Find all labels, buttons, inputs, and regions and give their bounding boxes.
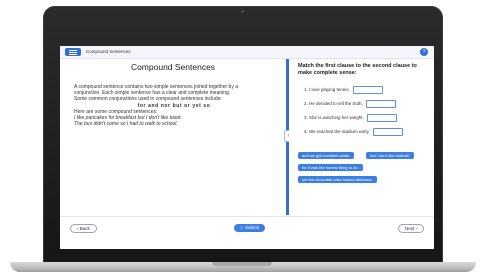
app-title: Compound Sentences [86, 49, 131, 54]
clause-row: 1. I love playing tennis, [304, 85, 383, 94]
app-titlebar: Compound Sentences ? [60, 46, 434, 59]
submit-button[interactable]: ✓ Submit [234, 224, 266, 232]
menu-line-icon [69, 54, 77, 55]
webcam-icon [241, 10, 244, 13]
answer-drop-box[interactable] [365, 99, 396, 108]
next-button[interactable]: Next › [397, 224, 424, 233]
help-icon[interactable]: ? [420, 48, 428, 56]
answer-chip[interactable]: and we got excellent seats. [298, 152, 355, 159]
laptop-hinge-notch [212, 262, 272, 266]
menu-grid-button[interactable] [65, 48, 81, 56]
back-button[interactable]: ‹ Back [70, 224, 97, 233]
clause-row: 2. He decided to tell the truth, [304, 99, 396, 108]
answer-chip[interactable]: yet the chocolate cake looked delicious. [298, 176, 377, 183]
clause-row: 4. We reached the stadium early, [304, 127, 403, 136]
answer-drop-box[interactable] [366, 113, 397, 122]
answer-drop-box[interactable] [372, 127, 403, 136]
lesson-body: A compound sentence contains two simple … [74, 84, 274, 127]
navigation-footer: ‹ Back ✓ Submit Next › [60, 216, 434, 249]
answer-drop-box[interactable] [352, 85, 383, 94]
answer-chip[interactable]: but I don't like football. [366, 152, 414, 159]
clause-text: 2. He decided to tell the truth, [304, 101, 363, 106]
example-sentence: The bus didn't come so I had to walk to … [74, 121, 178, 128]
lesson-title: Compound Sentences [130, 62, 216, 72]
exercise-pane: Match the first clause to the second cla… [289, 59, 434, 215]
clause-text: 4. We reached the stadium early, [304, 129, 370, 134]
lesson-pane [60, 59, 286, 215]
clause-text: 1. I love playing tennis, [304, 87, 350, 92]
answer-chip[interactable]: for it was the honest thing to do. [298, 164, 363, 171]
laptop-screen: Compound Sentences ? Compound Sentences … [60, 46, 434, 249]
menu-line-icon [69, 52, 77, 53]
clause-text: 3. She is watching her weight, [304, 115, 364, 120]
clause-row: 3. She is watching her weight, [304, 113, 397, 122]
exercise-heading: Match the first clause to the second cla… [298, 63, 417, 76]
menu-line-icon [69, 50, 77, 51]
